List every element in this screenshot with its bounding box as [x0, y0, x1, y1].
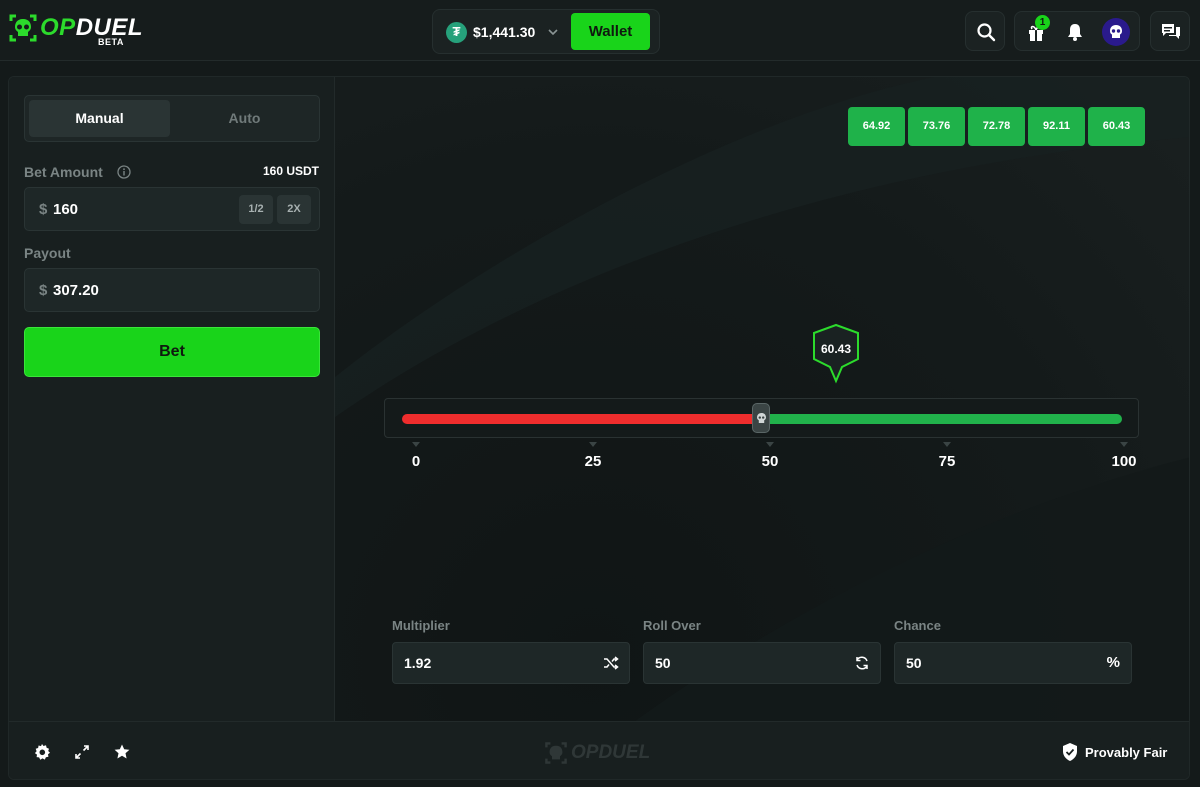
- info-icon[interactable]: [117, 165, 131, 179]
- user-actions: 1: [1014, 11, 1140, 51]
- watermark-logo: OPDUEL: [544, 739, 664, 767]
- logo-text: OPDUEL: [40, 14, 144, 41]
- payout-field: $ 307.20: [24, 268, 320, 312]
- avatar[interactable]: [1102, 18, 1130, 46]
- shield-check-icon: [1063, 743, 1077, 761]
- gear-icon[interactable]: [33, 743, 51, 761]
- slider-handle[interactable]: [752, 403, 770, 433]
- balance-amount: $1,441.30: [473, 24, 536, 40]
- tab-manual[interactable]: Manual: [29, 100, 170, 137]
- dice-game-area: 64.92 73.76 72.78 92.11 60.43 60.43 0 25…: [335, 77, 1189, 721]
- bet-button[interactable]: Bet: [24, 327, 320, 377]
- bet-amount-usdt: 160 USDT: [262, 164, 319, 178]
- lose-track: [402, 414, 762, 424]
- bet-amount-label: Bet Amount: [24, 164, 103, 180]
- search-button[interactable]: [965, 11, 1005, 51]
- scale-label: 100: [1111, 453, 1137, 470]
- win-track: [759, 414, 1122, 424]
- bet-amount-input[interactable]: $ 160 1/2 2X: [24, 187, 320, 231]
- game-footer: OPDUEL Provably Fair: [9, 721, 1189, 779]
- skull-logo-icon: [545, 742, 567, 764]
- scale-tick: [1120, 442, 1128, 447]
- expand-icon[interactable]: [73, 743, 91, 761]
- roll-history: 64.92 73.76 72.78 92.11 60.43: [848, 107, 1148, 146]
- skull-icon: [757, 413, 766, 423]
- beta-badge: BETA: [98, 37, 124, 47]
- history-chip: 64.92: [848, 107, 905, 146]
- result-value: 60.43: [820, 342, 852, 356]
- chance-value[interactable]: 50: [906, 655, 922, 671]
- search-icon: [977, 23, 996, 42]
- gift-count-badge: 1: [1035, 15, 1050, 30]
- dollar-prefix: $: [39, 282, 48, 299]
- tether-icon: ₮: [446, 22, 467, 43]
- watermark-text: OPDUEL: [571, 742, 651, 763]
- percent-suffix: %: [1106, 654, 1120, 671]
- history-chip: 72.78: [968, 107, 1025, 146]
- roll-over-label: Roll Over: [643, 618, 701, 633]
- wallet-button[interactable]: Wallet: [571, 13, 650, 50]
- scale-tick: [412, 442, 420, 447]
- scale-label: 75: [938, 453, 956, 470]
- chat-button[interactable]: [1150, 11, 1190, 51]
- shuffle-icon[interactable]: [603, 655, 619, 671]
- double-bet-button[interactable]: 2X: [277, 195, 311, 224]
- skull-logo-icon: [9, 14, 37, 42]
- chance-input[interactable]: 50 %: [894, 642, 1132, 684]
- bell-icon[interactable]: [1065, 22, 1085, 42]
- payout-value: 307.20: [53, 282, 99, 299]
- scale-tick: [589, 442, 597, 447]
- half-bet-button[interactable]: 1/2: [239, 195, 273, 224]
- roll-over-value[interactable]: 50: [655, 655, 671, 671]
- multiplier-value[interactable]: 1.92: [404, 655, 431, 671]
- scale-label: 0: [411, 453, 421, 470]
- roll-over-input[interactable]: 50: [643, 642, 881, 684]
- chevron-down-icon[interactable]: [547, 26, 559, 38]
- logo[interactable]: OPDUEL BETA: [8, 10, 143, 50]
- roll-slider[interactable]: [384, 398, 1139, 438]
- star-icon[interactable]: [113, 743, 131, 761]
- tab-auto[interactable]: Auto: [174, 100, 315, 137]
- multiplier-input[interactable]: 1.92: [392, 642, 630, 684]
- skull-avatar-icon: [1110, 25, 1122, 38]
- history-chip: 60.43: [1088, 107, 1145, 146]
- refresh-icon[interactable]: [854, 655, 870, 671]
- history-chip: 73.76: [908, 107, 965, 146]
- scale-label: 50: [761, 453, 779, 470]
- chat-icon: [1162, 24, 1180, 39]
- payout-label: Payout: [24, 245, 71, 261]
- scale-tick: [943, 442, 951, 447]
- provably-fair-label: Provably Fair: [1085, 745, 1168, 760]
- mode-tabs: Manual Auto: [24, 95, 320, 142]
- history-chip: 92.11: [1028, 107, 1085, 146]
- bet-amount-value[interactable]: 160: [53, 201, 78, 218]
- top-bar: OPDUEL BETA ₮ $1,441.30 Wallet 1: [0, 0, 1200, 61]
- bet-controls: Manual Auto Bet Amount 160 USDT $ 160 1/…: [9, 77, 335, 721]
- scale-tick: [766, 442, 774, 447]
- game-panel: Manual Auto Bet Amount 160 USDT $ 160 1/…: [8, 76, 1190, 780]
- chance-label: Chance: [894, 618, 941, 633]
- multiplier-label: Multiplier: [392, 618, 450, 633]
- balance-selector[interactable]: ₮ $1,441.30 Wallet: [432, 9, 660, 54]
- scale-label: 25: [584, 453, 602, 470]
- dollar-prefix: $: [39, 201, 48, 218]
